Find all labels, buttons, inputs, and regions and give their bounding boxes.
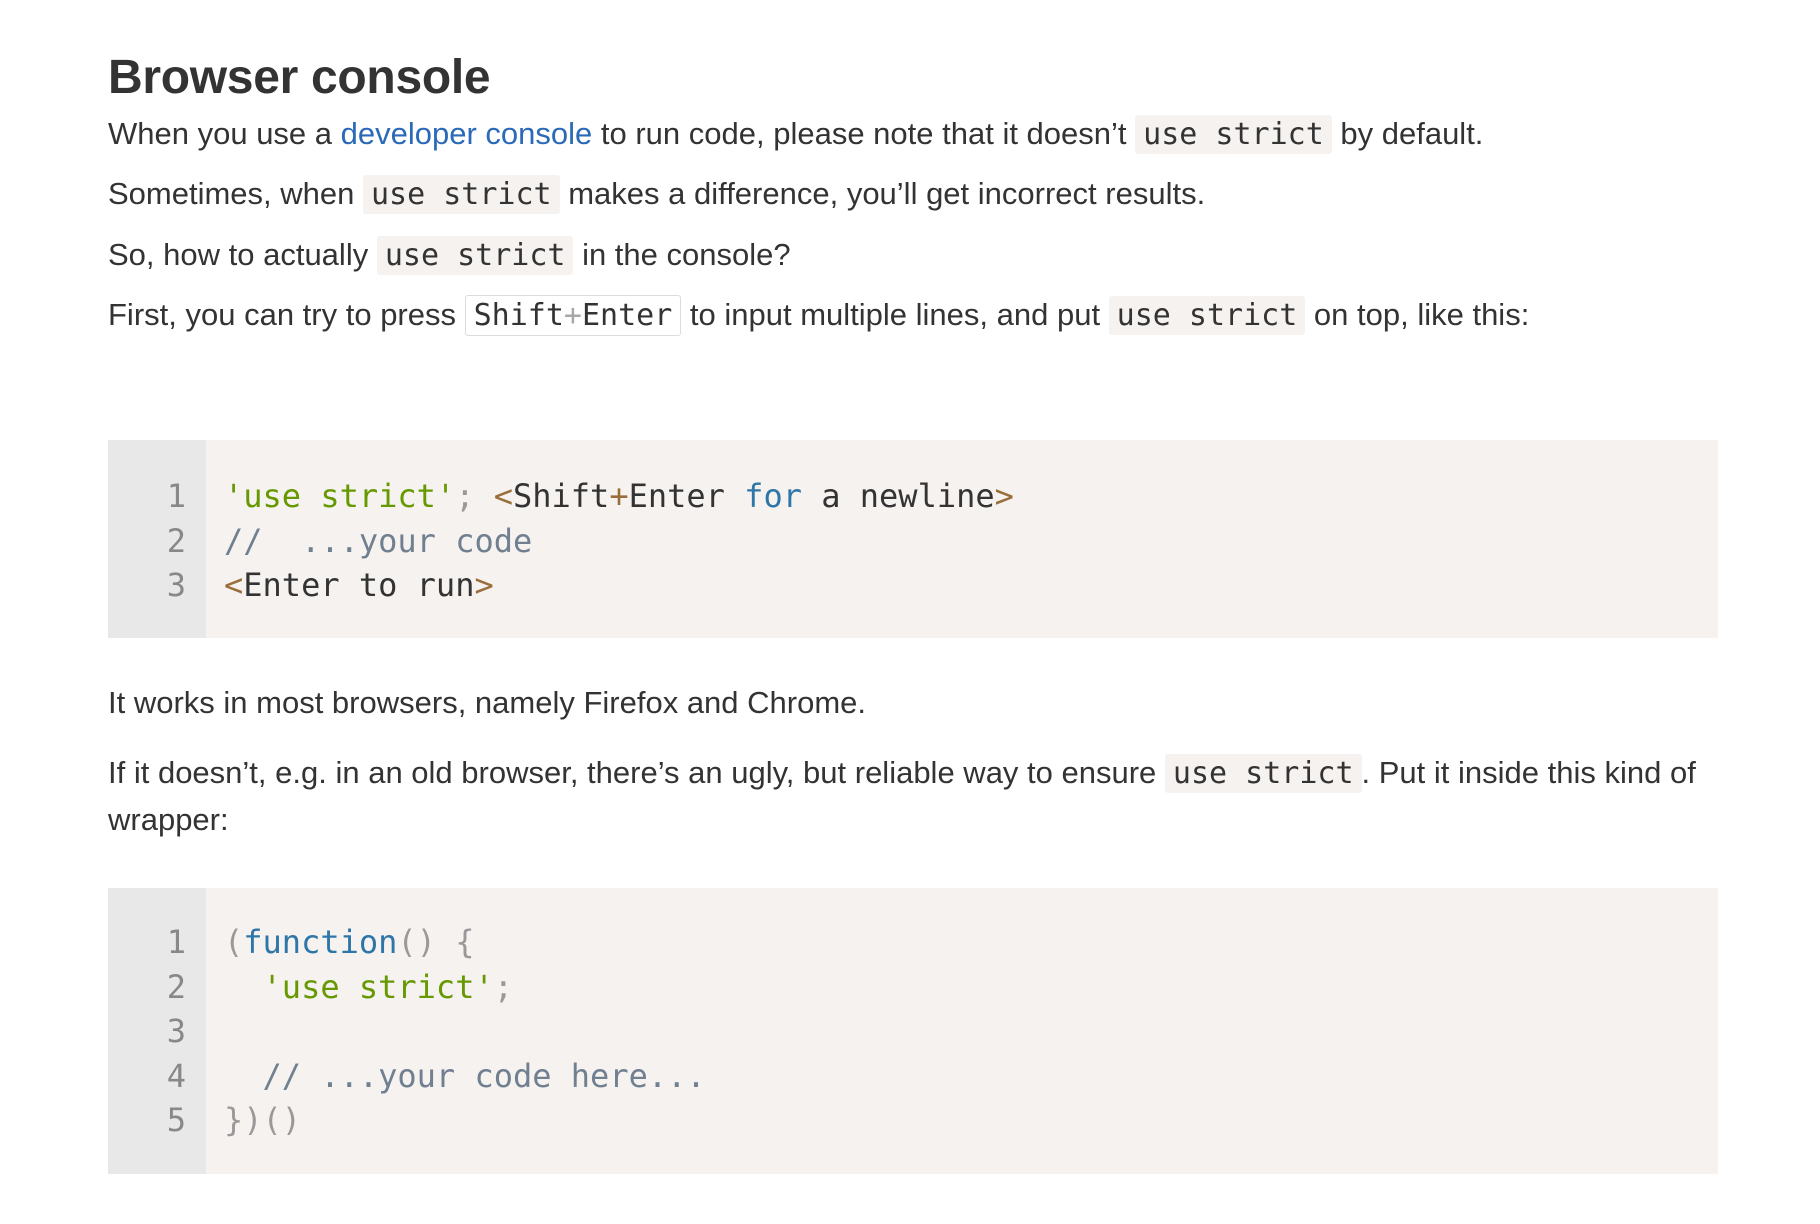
keyword-token: for	[744, 477, 802, 515]
paragraph-shift-enter: First, you can try to press Shift+Enter …	[108, 292, 1718, 339]
text: First, you can try to press	[108, 297, 465, 332]
line-number: 1	[166, 477, 186, 515]
text: When you use a	[108, 116, 341, 151]
angle-token: >	[994, 477, 1014, 515]
text: to run code, please note that it doesn’t	[592, 116, 1136, 151]
text: If it doesn’t, e.g. in an old browser, t…	[108, 755, 1165, 790]
code-content: 'use strict'; <Shift+Enter for a newline…	[206, 440, 1014, 638]
text: in the console?	[573, 237, 791, 272]
code-line: // ...your code	[224, 519, 1014, 564]
punct-token: () {	[397, 923, 475, 961]
line-number: 3	[166, 1012, 186, 1050]
angle-token: <	[493, 477, 513, 515]
code-line: 'use strict';	[224, 965, 706, 1010]
text-token: Shift	[512, 477, 610, 515]
string-token: 'use strict'	[262, 967, 494, 1006]
text-token: Enter	[628, 477, 745, 515]
line-number: 5	[166, 1101, 186, 1139]
section-title: Browser console	[108, 51, 491, 104]
text-token: Enter to run	[243, 566, 475, 604]
code-block-wrapper: 1 2 3 4 5 (function() { 'use strict'; //…	[108, 888, 1718, 1174]
text: on top, like this:	[1305, 297, 1530, 332]
punct-token: ;	[493, 967, 513, 1006]
line-numbers: 1 2 3	[108, 440, 206, 638]
code-block-console: 1 2 3 'use strict'; <Shift+Enter for a n…	[108, 440, 1718, 638]
inline-code: use strict	[363, 175, 560, 214]
keyboard-shortcut: Shift+Enter	[464, 295, 682, 336]
text: makes a difference, you’ll get incorrect…	[559, 176, 1206, 211]
key-shift: Shift	[473, 298, 564, 333]
paragraph-browsers: It works in most browsers, namely Firefo…	[108, 685, 867, 720]
inline-code: use strict	[376, 236, 574, 275]
angle-token: >	[474, 566, 494, 604]
paragraph-wrapper: If it doesn’t, e.g. in an old browser, t…	[108, 750, 1718, 843]
code-content: (function() { 'use strict'; // ...your c…	[206, 888, 706, 1174]
code-line: // ...your code here...	[224, 1054, 706, 1099]
text: to input multiple lines, and put	[681, 297, 1109, 332]
keyword-token: function	[243, 923, 398, 961]
code-line: <Enter to run>	[224, 563, 1014, 608]
code-line-empty	[224, 1009, 706, 1054]
line-number: 3	[166, 566, 186, 604]
text: So, how to actually	[108, 237, 377, 272]
text: by default.	[1331, 116, 1484, 151]
code-line: (function() {	[224, 920, 706, 965]
line-number: 2	[166, 967, 186, 1006]
plus-token: +	[609, 477, 629, 515]
line-number: 1	[166, 923, 186, 961]
code-line: })()	[224, 1098, 706, 1143]
comment-token: // ...your code here...	[262, 1056, 706, 1095]
paragraph-incorrect-results: Sometimes, when use strict makes a diffe…	[108, 171, 1718, 218]
key-plus: +	[563, 298, 582, 333]
punct-token: })()	[224, 1101, 302, 1139]
angle-token: <	[224, 566, 244, 604]
comment-token: // ...your code	[224, 521, 533, 560]
inline-code: use strict	[1108, 296, 1306, 335]
paragraph-default-mode: When you use a developer console to run …	[108, 111, 1718, 158]
line-numbers: 1 2 3 4 5	[108, 888, 206, 1174]
punct-token: ;	[455, 477, 475, 515]
developer-console-link[interactable]: developer console	[341, 116, 593, 151]
inline-code: use strict	[1164, 754, 1362, 793]
text: Sometimes, when	[108, 176, 363, 211]
punct-token: (	[224, 923, 244, 961]
string-token: 'use strict'	[224, 477, 456, 515]
code-line: 'use strict'; <Shift+Enter for a newline…	[224, 474, 1014, 519]
line-number: 2	[166, 521, 186, 560]
key-enter: Enter	[581, 298, 673, 333]
text-token: a newline	[801, 477, 995, 515]
inline-code: use strict	[1135, 115, 1332, 154]
line-number: 4	[166, 1056, 186, 1095]
paragraph-question: So, how to actually use strict in the co…	[108, 232, 1718, 279]
